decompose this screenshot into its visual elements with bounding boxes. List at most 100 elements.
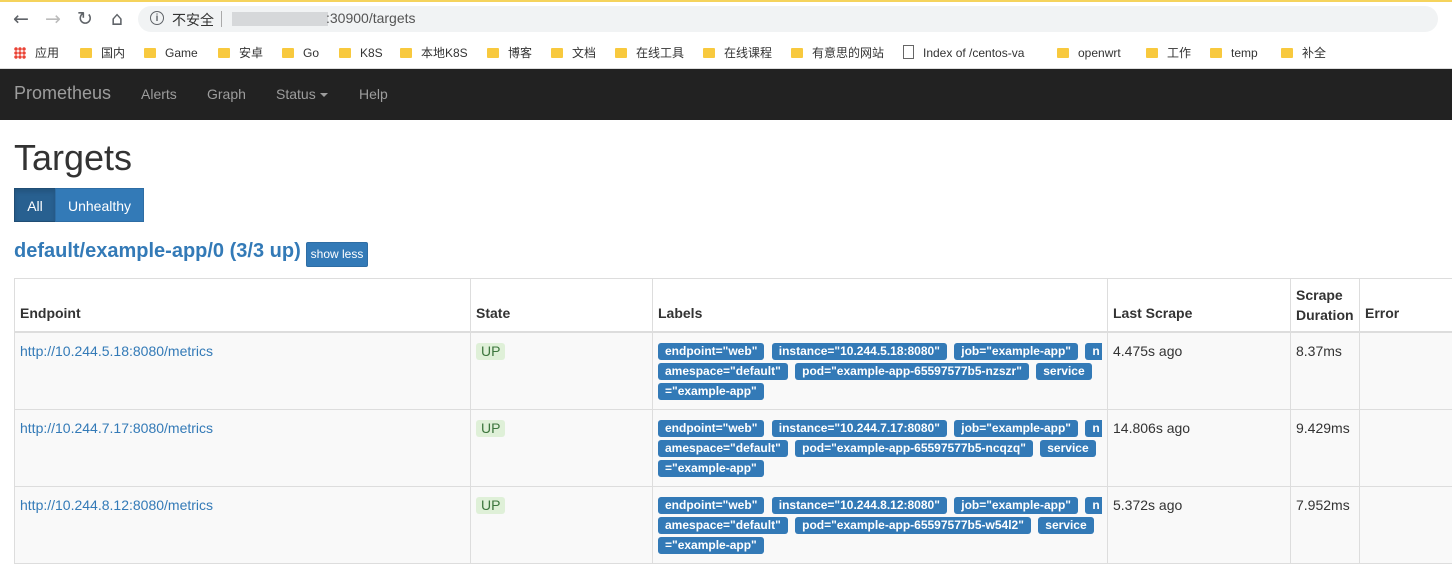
endpoint-link[interactable]: http://10.244.5.18:8080/metrics xyxy=(20,343,213,359)
page-title: Targets xyxy=(14,137,133,178)
bookmark-folder[interactable]: 本地K8S xyxy=(400,44,468,62)
address-bar[interactable]: i 不安全 :30900/targets xyxy=(138,6,1438,32)
bookmark-folder[interactable]: 在线课程 xyxy=(703,44,772,62)
insecure-label: 不安全 xyxy=(172,12,214,28)
bookmark-folder[interactable]: 在线工具 xyxy=(615,44,684,62)
bookmark-folder[interactable]: Game xyxy=(144,44,198,62)
labels-cell: endpoint="web" instance="10.244.8.12:808… xyxy=(652,486,1108,564)
forward-arrow-icon[interactable]: → xyxy=(42,8,64,30)
bookmark-folder[interactable]: 国内 xyxy=(80,44,125,62)
nav-help[interactable]: Help xyxy=(359,86,388,102)
bookmarks-bar: 应用 国内 Game 安卓 Go K8S 本地K8S 博客 文档 在线工具 在线… xyxy=(0,38,1452,69)
url-text: :30900/targets xyxy=(326,10,416,26)
last-scrape-cell: 5.372s ago xyxy=(1107,486,1291,564)
label-badge: endpoint="web" xyxy=(658,497,765,514)
nav-status[interactable]: Status xyxy=(276,86,328,102)
bookmark-folder[interactable]: 补全 xyxy=(1281,44,1326,62)
reload-icon[interactable]: ↻ xyxy=(74,8,96,30)
column-header-state: State xyxy=(470,278,653,333)
info-icon[interactable]: i xyxy=(150,11,164,25)
folder-icon xyxy=(282,48,294,58)
column-header-error: Error xyxy=(1359,278,1452,333)
nav-alerts[interactable]: Alerts xyxy=(141,86,177,102)
bookmark-folder[interactable]: Go xyxy=(282,44,319,62)
folder-icon xyxy=(487,48,499,58)
filter-all-button[interactable]: All xyxy=(14,188,56,222)
bookmark-folder[interactable]: openwrt xyxy=(1057,44,1121,62)
bookmark-folder[interactable]: K8S xyxy=(339,44,383,62)
endpoint-link[interactable]: http://10.244.8.12:8080/metrics xyxy=(20,497,213,513)
document-icon xyxy=(903,45,914,59)
label-badge: job="example-app" xyxy=(954,497,1078,514)
browser-toolbar: ← → ↻ ⌂ i 不安全 :30900/targets xyxy=(0,0,1452,38)
back-arrow-icon[interactable]: ← xyxy=(10,8,32,30)
apps-icon xyxy=(14,47,26,59)
state-badge: UP xyxy=(476,420,506,437)
folder-icon xyxy=(1146,48,1158,58)
state-cell: UP xyxy=(470,409,653,487)
folder-icon xyxy=(703,48,715,58)
label-badge: endpoint="web" xyxy=(658,343,765,360)
bookmark-folder[interactable]: 工作 xyxy=(1146,44,1191,62)
brand-link[interactable]: Prometheus xyxy=(14,83,111,104)
state-badge: UP xyxy=(476,497,506,514)
label-list: endpoint="web" instance="10.244.7.17:808… xyxy=(658,418,1102,478)
bookmark-folder[interactable]: 安卓 xyxy=(218,44,263,62)
folder-icon xyxy=(1057,48,1069,58)
table-row: http://10.244.7.17:8080/metrics UP endpo… xyxy=(14,409,1452,487)
column-header-last-scrape: Last Scrape xyxy=(1107,278,1291,333)
label-badge: instance="10.244.7.17:8080" xyxy=(771,420,947,437)
state-cell: UP xyxy=(470,486,653,564)
endpoint-cell: http://10.244.8.12:8080/metrics xyxy=(14,486,471,564)
folder-icon xyxy=(339,48,351,58)
state-cell: UP xyxy=(470,331,653,410)
folder-icon xyxy=(218,48,230,58)
column-header-scrape-duration: Scrape Duration xyxy=(1290,278,1360,333)
endpoint-cell: http://10.244.7.17:8080/metrics xyxy=(14,409,471,487)
bookmark-page[interactable]: Index of /centos-va xyxy=(903,44,1024,62)
folder-icon xyxy=(1210,48,1222,58)
last-scrape-cell: 14.806s ago xyxy=(1107,409,1291,487)
table-header-row: Endpoint State Labels Last Scrape Scrape… xyxy=(14,278,1452,333)
top-navbar: Prometheus Alerts Graph Status Help xyxy=(0,69,1452,120)
filter-unhealthy-button[interactable]: Unhealthy xyxy=(55,188,144,222)
duration-cell: 9.429ms xyxy=(1290,409,1360,487)
labels-cell: endpoint="web" instance="10.244.5.18:808… xyxy=(652,331,1108,410)
label-badge: endpoint="web" xyxy=(658,420,765,437)
toolbar-accent-line xyxy=(0,0,1452,2)
address-separator xyxy=(221,11,222,27)
error-cell xyxy=(1359,486,1452,564)
folder-icon xyxy=(615,48,627,58)
folder-icon xyxy=(551,48,563,58)
bookmark-folder[interactable]: 博客 xyxy=(487,44,532,62)
label-badge: instance="10.244.5.18:8080" xyxy=(771,343,947,360)
label-badge: instance="10.244.8.12:8080" xyxy=(771,497,947,514)
bookmark-folder[interactable]: 文档 xyxy=(551,44,596,62)
bookmark-folder[interactable]: temp xyxy=(1210,44,1258,62)
endpoint-link[interactable]: http://10.244.7.17:8080/metrics xyxy=(20,420,213,436)
column-header-endpoint: Endpoint xyxy=(14,278,471,333)
nav-graph[interactable]: Graph xyxy=(207,86,246,102)
label-badge: job="example-app" xyxy=(954,343,1078,360)
folder-icon xyxy=(144,48,156,58)
caret-down-icon xyxy=(319,93,328,98)
table-row: http://10.244.8.12:8080/metrics UP endpo… xyxy=(14,486,1452,564)
bookmark-folder[interactable]: 有意思的网站 xyxy=(791,44,884,62)
redacted-host xyxy=(232,12,328,26)
labels-cell: endpoint="web" instance="10.244.7.17:808… xyxy=(652,409,1108,487)
bookmark-apps[interactable]: 应用 xyxy=(14,44,59,62)
endpoint-cell: http://10.244.5.18:8080/metrics xyxy=(14,331,471,410)
label-list: endpoint="web" instance="10.244.5.18:808… xyxy=(658,341,1102,401)
last-scrape-cell: 4.475s ago xyxy=(1107,331,1291,410)
label-badge: job="example-app" xyxy=(954,420,1078,437)
duration-cell: 8.37ms xyxy=(1290,331,1360,410)
duration-cell: 7.952ms xyxy=(1290,486,1360,564)
folder-icon xyxy=(80,48,92,58)
folder-icon xyxy=(400,48,412,58)
target-group-heading[interactable]: default/example-app/0 (3/3 up) xyxy=(14,240,301,263)
table-row: http://10.244.5.18:8080/metrics UP endpo… xyxy=(14,331,1452,410)
home-icon[interactable]: ⌂ xyxy=(106,8,128,30)
column-header-labels: Labels xyxy=(652,278,1108,333)
label-badge: pod="example-app-65597577b5-w54l2" xyxy=(795,517,1031,534)
show-less-button[interactable]: show less xyxy=(306,242,368,267)
